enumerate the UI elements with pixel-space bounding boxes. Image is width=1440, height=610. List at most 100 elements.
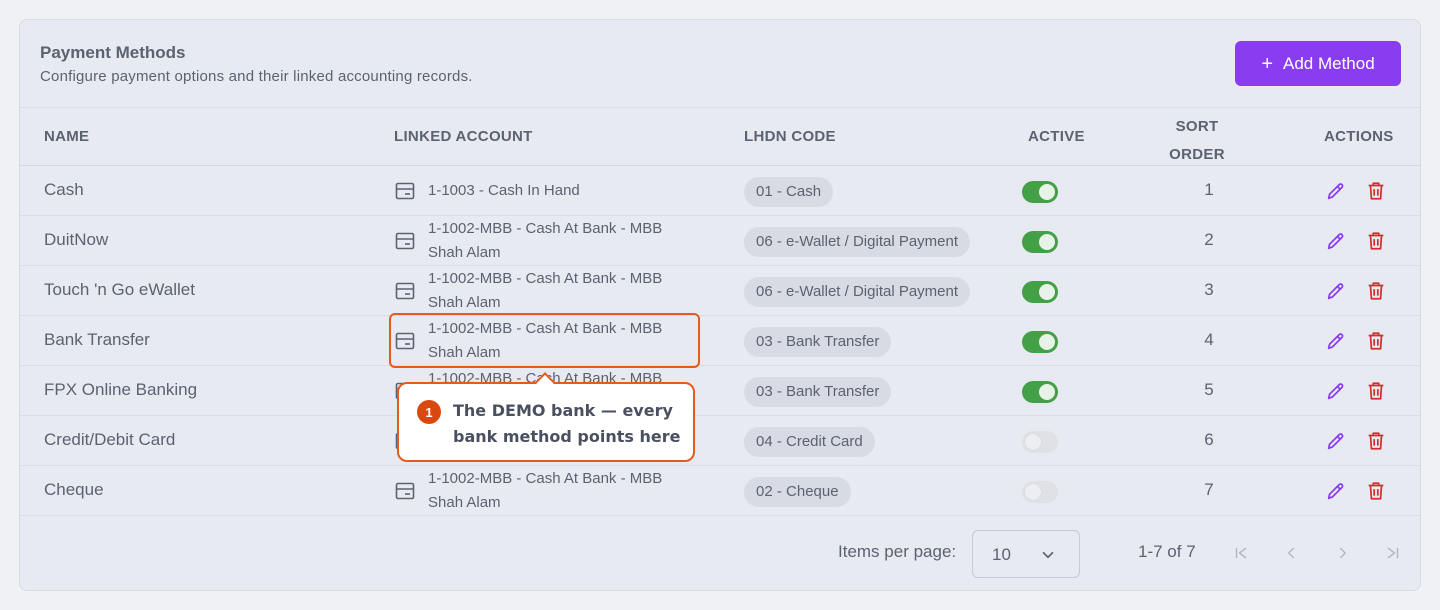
pencil-icon xyxy=(1327,183,1344,200)
edit-button[interactable] xyxy=(1324,229,1348,253)
pencil-icon xyxy=(1327,333,1344,350)
edit-button[interactable] xyxy=(1324,279,1348,303)
table-header: NAME LINKED ACCOUNT LHDN CODE ACTIVE SOR… xyxy=(20,108,1420,166)
edit-button[interactable] xyxy=(1324,429,1348,453)
trash-icon xyxy=(1368,432,1384,450)
column-header-sort-order[interactable]: SORT ORDER xyxy=(1157,113,1237,169)
delete-button[interactable] xyxy=(1364,329,1388,353)
payment-method-name: Cash xyxy=(44,180,84,199)
table-footer: Items per page: 10 1-7 of 7 xyxy=(20,518,1420,590)
last-page-button[interactable] xyxy=(1382,542,1404,564)
toggle-knob xyxy=(1025,484,1041,500)
table-row: DuitNow 1-1002-MBB - Cash At Bank - MBB … xyxy=(20,216,1420,266)
table-row: Touch 'n Go eWallet 1-1002-MBB - Cash At… xyxy=(20,266,1420,316)
column-header-name[interactable]: NAME xyxy=(44,128,89,145)
pencil-icon xyxy=(1327,483,1344,500)
sort-order-value: 3 xyxy=(1204,280,1214,299)
lhdn-code-chip: 02 - Cheque xyxy=(744,477,851,507)
linked-account-text: 1-1003 - Cash In Hand xyxy=(428,182,580,199)
last-page-icon xyxy=(1387,547,1399,559)
table-row: Cheque 1-1002-MBB - Cash At Bank - MBB S… xyxy=(20,466,1420,516)
trash-icon xyxy=(1368,232,1384,250)
pencil-icon xyxy=(1327,233,1344,250)
column-header-linked-account[interactable]: LINKED ACCOUNT xyxy=(394,128,533,145)
first-page-icon xyxy=(1235,547,1247,559)
payment-method-name: Credit/Debit Card xyxy=(44,430,176,449)
lhdn-code-chip: 01 - Cash xyxy=(744,177,834,207)
active-toggle[interactable] xyxy=(1022,181,1058,203)
table-body: Cash 1-1003 - Cash In Hand 01 - Cash 1 D… xyxy=(20,166,1420,516)
table-row: Cash 1-1003 - Cash In Hand 01 - Cash 1 xyxy=(20,166,1420,216)
toggle-knob xyxy=(1039,184,1055,200)
pencil-icon xyxy=(1327,383,1344,400)
page-subtitle: Configure payment options and their link… xyxy=(40,68,473,85)
first-page-button[interactable] xyxy=(1230,542,1252,564)
account-card-icon xyxy=(394,181,416,201)
table-row: Bank Transfer 1-1002-MBB - Cash At Bank … xyxy=(20,316,1420,366)
sort-order-value: 7 xyxy=(1204,480,1214,499)
delete-button[interactable] xyxy=(1364,229,1388,253)
payment-method-name: Cheque xyxy=(44,480,104,499)
pagination-range: 1-7 of 7 xyxy=(1138,542,1196,561)
payment-method-name: Bank Transfer xyxy=(44,330,150,349)
toggle-knob xyxy=(1025,434,1041,450)
account-card-icon xyxy=(394,231,416,251)
lhdn-code-chip: 03 - Bank Transfer xyxy=(744,377,892,407)
active-toggle[interactable] xyxy=(1022,331,1058,353)
trash-icon xyxy=(1368,382,1384,400)
linked-account-cell: 1-1002-MBB - Cash At Bank - MBB Shah Ala… xyxy=(394,466,688,516)
items-per-page-value: 10 xyxy=(992,545,1011,564)
next-page-button[interactable] xyxy=(1332,542,1354,564)
column-header-active[interactable]: ACTIVE xyxy=(1028,128,1085,145)
active-toggle[interactable] xyxy=(1022,481,1058,503)
delete-button[interactable] xyxy=(1364,379,1388,403)
lhdn-code-chip: 03 - Bank Transfer xyxy=(744,327,892,357)
plus-icon: + xyxy=(1261,52,1273,75)
sort-order-value: 1 xyxy=(1204,180,1214,199)
active-toggle[interactable] xyxy=(1022,381,1058,403)
trash-icon xyxy=(1368,332,1384,350)
card-header: Payment Methods Configure payment option… xyxy=(20,20,1420,108)
column-header-lhdn-code[interactable]: LHDN CODE xyxy=(744,128,836,145)
linked-account-text: 1-1002-MBB - Cash At Bank - MBB Shah Ala… xyxy=(428,470,663,511)
edit-button[interactable] xyxy=(1324,329,1348,353)
delete-button[interactable] xyxy=(1364,179,1388,203)
previous-page-button[interactable] xyxy=(1280,542,1302,564)
delete-button[interactable] xyxy=(1364,279,1388,303)
column-header-actions: ACTIONS xyxy=(1324,128,1394,145)
sort-order-value: 5 xyxy=(1204,380,1214,399)
table-row: Credit/Debit Card 1-1002-MBB - Cash At B… xyxy=(20,416,1420,466)
edit-button[interactable] xyxy=(1324,179,1348,203)
edit-button[interactable] xyxy=(1324,479,1348,503)
delete-button[interactable] xyxy=(1364,479,1388,503)
sort-order-value: 6 xyxy=(1204,430,1214,449)
active-toggle[interactable] xyxy=(1022,231,1058,253)
toggle-knob xyxy=(1039,284,1055,300)
chevron-left-icon xyxy=(1288,547,1294,559)
toggle-knob xyxy=(1039,234,1055,250)
linked-account-text: 1-1002-MBB - Cash At Bank - MBB Shah Ala… xyxy=(428,320,663,361)
toggle-knob xyxy=(1039,384,1055,400)
add-method-label: Add Method xyxy=(1283,53,1375,73)
active-toggle[interactable] xyxy=(1022,431,1058,453)
trash-icon xyxy=(1368,282,1384,300)
delete-button[interactable] xyxy=(1364,429,1388,453)
payment-methods-card: Payment Methods Configure payment option… xyxy=(19,19,1421,591)
toggle-knob xyxy=(1039,334,1055,350)
sort-order-value: 4 xyxy=(1204,330,1214,349)
items-per-page-select[interactable]: 10 xyxy=(972,530,1080,578)
edit-button[interactable] xyxy=(1324,379,1348,403)
add-method-button[interactable]: + Add Method xyxy=(1235,41,1401,86)
chevron-down-icon xyxy=(1042,551,1054,559)
active-toggle[interactable] xyxy=(1022,281,1058,303)
column-header-sort-line2: ORDER xyxy=(1169,146,1225,163)
linked-account-cell: 1-1002-MBB - Cash At Bank - MBB Shah Ala… xyxy=(394,266,688,316)
callout-step-badge: 1 xyxy=(417,400,441,424)
lhdn-code-chip: 06 - e-Wallet / Digital Payment xyxy=(744,277,971,307)
linked-account-cell: 1-1003 - Cash In Hand xyxy=(394,166,688,216)
linked-account-text: 1-1002-MBB - Cash At Bank - MBB Shah Ala… xyxy=(428,220,663,261)
linked-account-cell: 1-1002-MBB - Cash At Bank - MBB Shah Ala… xyxy=(394,316,688,366)
annotation-callout: 1 The DEMO bank — every bank method poin… xyxy=(397,372,695,462)
column-header-sort-line1: SORT xyxy=(1175,118,1219,135)
trash-icon xyxy=(1368,482,1384,500)
